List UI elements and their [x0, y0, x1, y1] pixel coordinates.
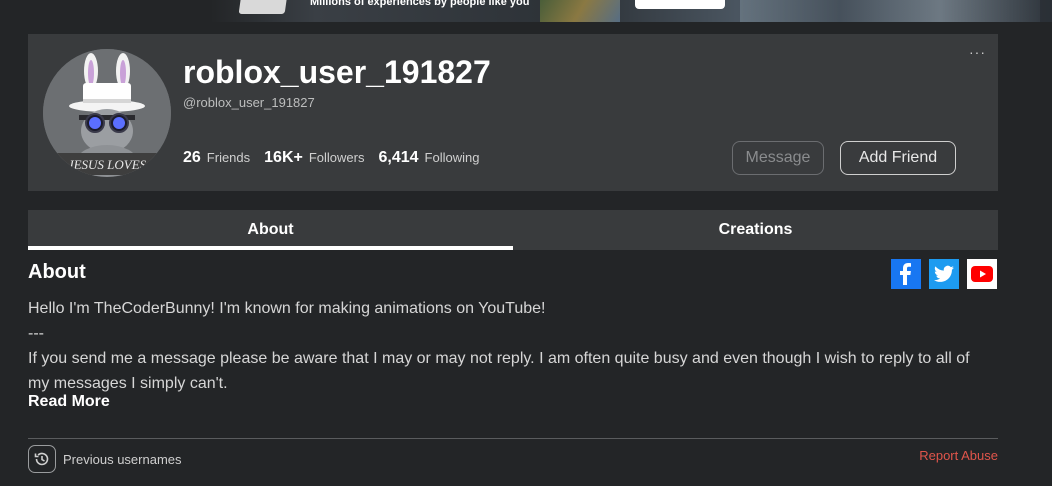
tab-creations[interactable]: Creations — [513, 210, 998, 250]
banner-cta-button[interactable] — [635, 0, 725, 9]
tab-about[interactable]: About — [28, 210, 513, 250]
facebook-link[interactable] — [891, 259, 921, 289]
youtube-link[interactable] — [967, 259, 997, 289]
twitter-icon — [934, 265, 954, 282]
banner-thumbnail — [238, 0, 288, 14]
profile-stats: 26 Friends 16K+ Followers 6,414 Followin… — [183, 149, 493, 167]
friends-stat[interactable]: 26 Friends — [183, 149, 250, 167]
previous-usernames-button[interactable]: Previous usernames — [28, 445, 182, 473]
report-abuse-link[interactable]: Report Abuse — [919, 448, 998, 463]
page-title: roblox_user_191827 — [183, 54, 491, 90]
history-icon — [28, 445, 56, 473]
following-stat[interactable]: 6,414 Following — [378, 149, 479, 167]
previous-usernames-label: Previous usernames — [63, 451, 182, 467]
about-heading: About — [28, 261, 86, 283]
followers-count: 16K+ — [264, 149, 303, 166]
add-friend-button[interactable]: Add Friend — [840, 141, 956, 175]
read-more-link[interactable]: Read More — [28, 393, 110, 411]
facebook-icon — [900, 263, 911, 285]
about-line: --- — [28, 325, 44, 342]
message-button[interactable]: Message — [732, 141, 824, 175]
banner-artwork — [540, 0, 620, 22]
avatar[interactable]: JESUS LOVES — [43, 49, 171, 177]
following-count: 6,414 — [378, 149, 419, 166]
followers-stat[interactable]: 16K+ Followers — [264, 149, 364, 167]
about-line: If you send me a message please be aware… — [28, 350, 970, 392]
banner-artwork-right — [740, 0, 1040, 22]
followers-label: Followers — [308, 150, 365, 165]
youtube-icon — [971, 266, 993, 282]
profile-tabs: About Creations — [28, 210, 998, 250]
more-options-button[interactable]: ··· — [969, 45, 986, 59]
twitter-link[interactable] — [929, 259, 959, 289]
friends-label: Friends — [206, 150, 251, 165]
about-description: Hello I'm TheCoderBunny! I'm known for m… — [28, 296, 988, 396]
avatar-caption: JESUS LOVES — [68, 157, 147, 172]
following-label: Following — [424, 150, 480, 165]
promo-banner[interactable]: Millions of experiences by people like y… — [0, 0, 1052, 22]
banner-tagline: Millions of experiences by people like y… — [310, 0, 530, 8]
avatar-image: JESUS LOVES — [43, 49, 171, 177]
profile-header: JESUS LOVES roblox_user_191827 @roblox_u… — [28, 34, 998, 191]
user-handle: @roblox_user_191827 — [183, 95, 315, 110]
divider — [28, 438, 998, 439]
friends-count: 26 — [183, 149, 201, 166]
about-line: Hello I'm TheCoderBunny! I'm known for m… — [28, 300, 546, 317]
